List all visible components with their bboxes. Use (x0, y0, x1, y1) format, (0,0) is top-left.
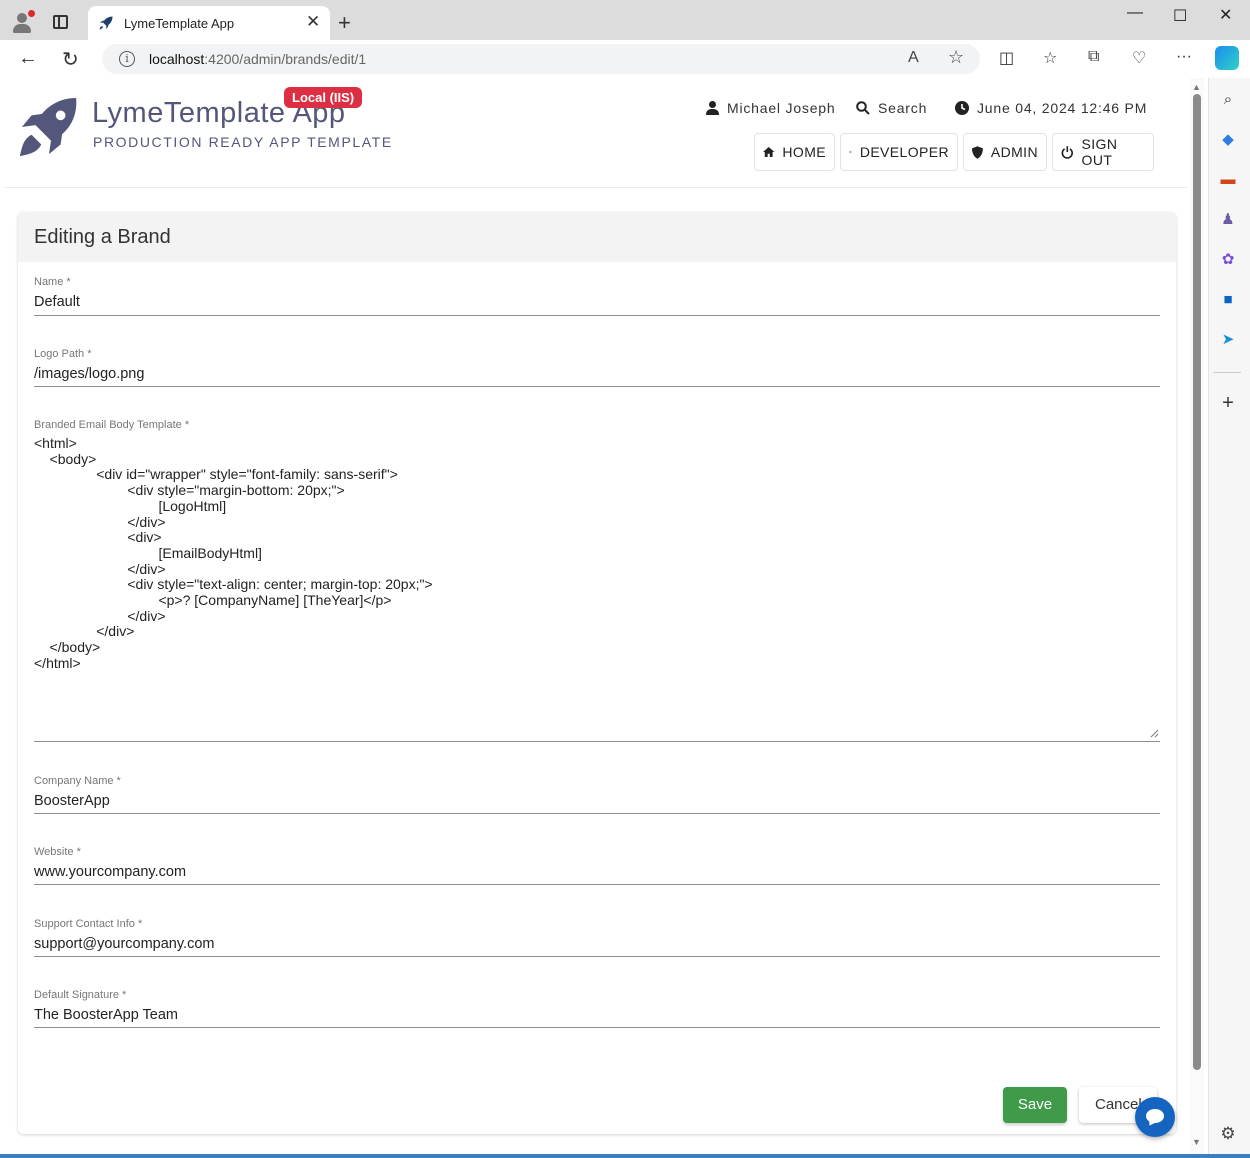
support-contact-underline (34, 956, 1160, 957)
browser-essentials-icon[interactable]: ♡ (1132, 48, 1146, 68)
app-subtitle: PRODUCTION READY APP TEMPLATE (93, 134, 393, 150)
home-label: HOME (782, 144, 826, 160)
home-icon (763, 147, 775, 157)
sidebar-settings-icon[interactable]: ⚙ (1218, 1124, 1238, 1144)
tab-title: LymeTemplate App (124, 16, 235, 31)
default-signature-label: Default Signature * (34, 989, 127, 1001)
copilot-icon[interactable] (1215, 46, 1239, 70)
name-field[interactable]: Default (34, 294, 80, 310)
developer-button[interactable]: DEVELOPER (840, 133, 958, 171)
microsoft365-icon[interactable]: ✿ (1218, 250, 1238, 270)
website-underline (34, 884, 1160, 885)
browser-tab[interactable]: LymeTemplate App ✕ (88, 6, 330, 40)
logo-path-field[interactable]: /images/logo.png (34, 366, 144, 382)
send-icon[interactable]: ➤ (1218, 330, 1238, 350)
email-template-textarea[interactable]: <html> <body> <div id="wrapper" style="f… (34, 435, 1160, 736)
logo-path-underline (34, 386, 1160, 387)
new-tab-icon[interactable]: + (338, 10, 351, 36)
url-text[interactable]: localhost:4200/admin/brands/edit/1 (149, 51, 366, 67)
company-name-field[interactable]: BoosterApp (34, 793, 110, 809)
profile-icon[interactable] (10, 10, 35, 34)
sign-out-button[interactable]: SIGN OUT (1052, 133, 1154, 171)
environment-badge: Local (IIS) (284, 87, 363, 108)
more-options-icon[interactable]: ··· (1176, 48, 1192, 66)
clock-icon (955, 101, 969, 115)
page-title: Editing a Brand (34, 226, 171, 248)
power-icon (1061, 145, 1073, 159)
tools-icon[interactable]: ▬ (1218, 170, 1238, 190)
card-header (18, 212, 1176, 262)
close-tab-icon[interactable]: ✕ (306, 12, 320, 32)
chat-bubble-icon[interactable] (1135, 1097, 1175, 1137)
outlook-icon[interactable]: ■ (1218, 290, 1238, 310)
back-icon[interactable]: ← (18, 47, 38, 70)
logo-path-label: Logo Path * (34, 348, 92, 360)
resize-handle-icon[interactable] (1150, 729, 1159, 738)
rocket-logo-icon (19, 97, 77, 157)
default-signature-underline (34, 1027, 1160, 1028)
name-label: Name * (34, 276, 71, 288)
split-screen-icon[interactable]: ◫ (999, 48, 1014, 68)
developer-label: DEVELOPER (859, 144, 949, 160)
save-button[interactable]: Save (1003, 1087, 1067, 1123)
website-field[interactable]: www.yourcompany.com (34, 864, 186, 880)
favorites-icon[interactable]: ☆ (1043, 48, 1057, 68)
scroll-up-icon[interactable]: ▲ (1192, 82, 1201, 92)
read-aloud-icon[interactable]: A (908, 49, 919, 67)
support-contact-label: Support Contact Info * (34, 918, 143, 930)
default-signature-field[interactable]: The BoosterApp Team (34, 1007, 178, 1023)
sidebar-search-icon[interactable]: ⌕ (1218, 90, 1238, 110)
window-bottom-edge (0, 1154, 1250, 1158)
company-name-label: Company Name * (34, 775, 121, 787)
scroll-down-icon[interactable]: ▼ (1192, 1137, 1201, 1147)
collections-icon[interactable]: ⧉ (1088, 48, 1099, 66)
sign-out-label: SIGN OUT (1081, 136, 1118, 168)
home-button[interactable]: HOME (754, 133, 835, 171)
refresh-icon[interactable]: ↻ (62, 47, 79, 72)
admin-button[interactable]: ADMIN (963, 133, 1047, 171)
address-bar[interactable]: i localhost:4200/admin/brands/edit/1 A ☆ (102, 44, 980, 74)
user-menu[interactable]: Michael Joseph (706, 100, 835, 116)
search-label: Search (878, 100, 928, 116)
site-info-icon[interactable]: i (119, 51, 135, 67)
support-contact-field[interactable]: support@yourcompany.com (34, 936, 214, 952)
company-name-underline (34, 813, 1160, 814)
email-template-underline (34, 741, 1160, 742)
shield-icon (972, 145, 983, 159)
scrollbar-thumb[interactable] (1193, 94, 1201, 1070)
name-underline (34, 315, 1160, 316)
tab-actions-icon[interactable] (53, 15, 68, 29)
add-sidebar-app-icon[interactable]: + (1218, 393, 1238, 413)
sidebar-divider (1213, 372, 1241, 373)
user-icon (706, 101, 719, 115)
maximize-icon[interactable]: ☐ (1173, 6, 1187, 26)
website-label: Website * (34, 846, 81, 858)
user-name: Michael Joseph (727, 100, 836, 116)
search-icon (856, 101, 870, 115)
search-link[interactable]: Search (856, 100, 927, 116)
window-close-icon[interactable]: ✕ (1219, 5, 1232, 25)
code-icon (849, 150, 852, 154)
datetime-display: June 04, 2024 12:46 PM (955, 100, 1147, 116)
rocket-favicon-icon (99, 16, 113, 30)
email-template-label: Branded Email Body Template * (34, 419, 190, 431)
minimize-icon[interactable]: — (1127, 4, 1143, 22)
games-icon[interactable]: ♟ (1218, 210, 1238, 230)
shopping-tag-icon[interactable]: ◆ (1218, 130, 1238, 150)
favorite-star-icon[interactable]: ☆ (948, 47, 964, 68)
admin-label: ADMIN (990, 144, 1038, 160)
edge-sidebar (1208, 78, 1250, 1158)
datetime-text: June 04, 2024 12:46 PM (977, 100, 1148, 116)
